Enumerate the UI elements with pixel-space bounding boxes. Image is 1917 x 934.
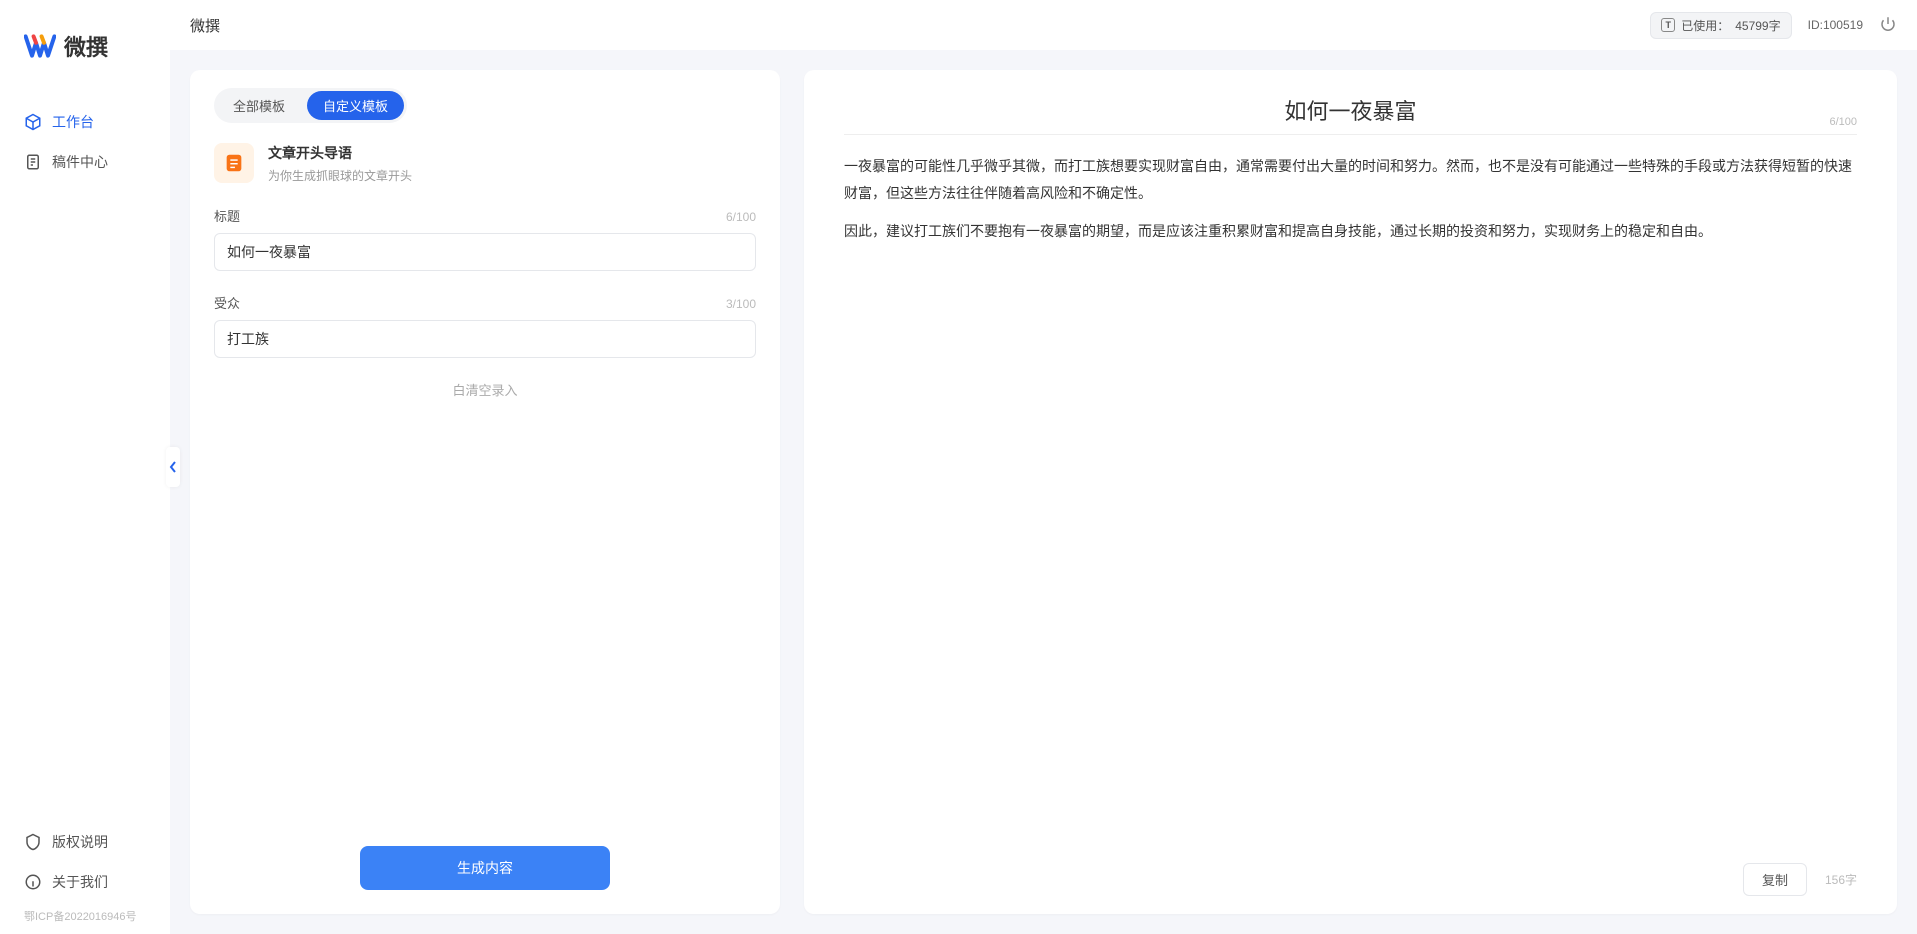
tab-all-templates[interactable]: 全部模板	[217, 91, 301, 120]
sidebar: 微撰 工作台 稿件中心 版权说明	[0, 0, 170, 934]
cube-icon	[24, 113, 42, 131]
sidebar-item-drafts[interactable]: 稿件中心	[0, 142, 170, 182]
sidebar-footer: 版权说明 关于我们	[0, 822, 170, 902]
user-id: ID:100519	[1808, 18, 1863, 32]
template-desc: 为你生成抓眼球的文章开头	[268, 167, 412, 184]
shield-icon	[24, 833, 42, 851]
document-icon	[24, 153, 42, 171]
output-paragraph: 一夜暴富的可能性几乎微乎其微，而打工族想要实现财富自由，通常需要付出大量的时间和…	[844, 153, 1857, 206]
usage-badge[interactable]: T 已使用： 45799字	[1650, 12, 1791, 39]
sidebar-item-workspace[interactable]: 工作台	[0, 102, 170, 142]
output-title-row: 如何一夜暴富 6/100	[844, 94, 1857, 135]
template-icon	[214, 143, 254, 183]
output-word-count: 156字	[1825, 871, 1857, 888]
power-icon[interactable]	[1879, 15, 1897, 36]
sidebar-collapse-handle[interactable]	[166, 447, 180, 487]
template-header: 文章开头导语 为你生成抓眼球的文章开头	[214, 143, 756, 184]
form-panel: 全部模板 自定义模板 文章开头导语 为你生成抓眼球的文章开头 标题 6/	[190, 70, 780, 914]
usage-prefix: 已使用：	[1681, 17, 1729, 34]
field-title-counter: 6/100	[726, 210, 756, 224]
tab-custom-templates[interactable]: 自定义模板	[307, 91, 404, 120]
field-title-label: 标题	[214, 206, 240, 225]
field-title: 标题 6/100	[214, 206, 756, 271]
output-body: 一夜暴富的可能性几乎微乎其微，而打工族想要实现财富自由，通常需要付出大量的时间和…	[844, 153, 1857, 849]
icp-record: 鄂ICP备2022016946号	[0, 902, 170, 924]
output-title: 如何一夜暴富	[844, 94, 1857, 126]
output-footer: 复制 156字	[844, 849, 1857, 896]
audience-input[interactable]	[214, 320, 756, 358]
sidebar-item-label: 稿件中心	[52, 152, 108, 172]
text-count-icon: T	[1661, 18, 1675, 32]
output-title-counter: 6/100	[1829, 116, 1857, 128]
sidebar-item-copyright[interactable]: 版权说明	[24, 822, 146, 862]
sidebar-item-label: 关于我们	[52, 872, 108, 892]
content: 全部模板 自定义模板 文章开头导语 为你生成抓眼球的文章开头 标题 6/	[170, 50, 1917, 934]
field-audience-label: 受众	[214, 293, 240, 312]
clear-input-link[interactable]: 白清空录入	[214, 380, 756, 399]
template-tabs: 全部模板 自定义模板	[214, 88, 407, 123]
note-icon	[223, 152, 245, 174]
sidebar-item-about[interactable]: 关于我们	[24, 862, 146, 902]
topbar: 微撰 T 已使用： 45799字 ID:100519	[170, 0, 1917, 50]
field-audience-counter: 3/100	[726, 297, 756, 311]
copy-button[interactable]: 复制	[1743, 863, 1807, 896]
page-title: 微撰	[190, 15, 220, 36]
template-title: 文章开头导语	[268, 143, 412, 163]
output-panel: 如何一夜暴富 6/100 一夜暴富的可能性几乎微乎其微，而打工族想要实现财富自由…	[804, 70, 1897, 914]
title-input[interactable]	[214, 233, 756, 271]
app-logo: 微撰	[0, 30, 170, 82]
generate-button[interactable]: 生成内容	[360, 846, 610, 890]
sidebar-item-label: 工作台	[52, 112, 94, 132]
output-paragraph: 因此，建议打工族们不要抱有一夜暴富的期望，而是应该注重积累财富和提高自身技能，通…	[844, 218, 1857, 245]
logo-icon	[24, 30, 56, 62]
usage-value: 45799字	[1735, 17, 1780, 34]
field-audience: 受众 3/100	[214, 293, 756, 358]
chevron-left-icon	[169, 461, 177, 473]
info-icon	[24, 873, 42, 891]
sidebar-item-label: 版权说明	[52, 832, 108, 852]
sidebar-nav: 工作台 稿件中心	[0, 102, 170, 822]
app-name: 微撰	[64, 30, 108, 62]
main-area: 微撰 T 已使用： 45799字 ID:100519 全部模板 自定义模板	[170, 0, 1917, 934]
